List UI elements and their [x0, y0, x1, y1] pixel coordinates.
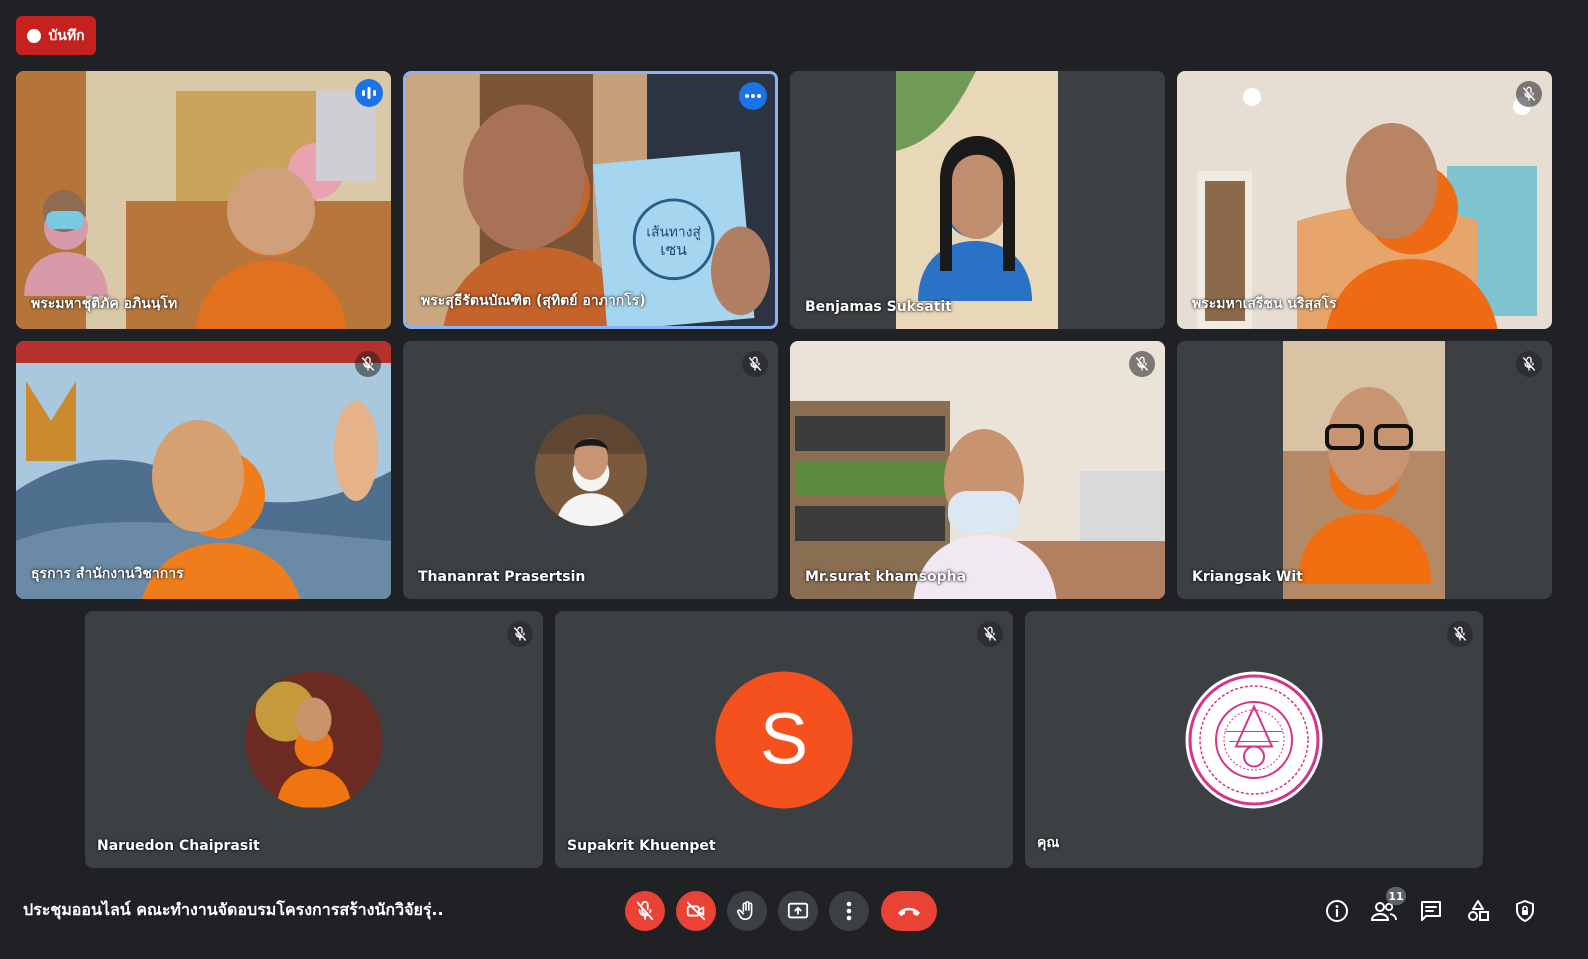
speaking-indicator-icon — [355, 79, 383, 107]
mic-muted-icon — [1447, 621, 1473, 647]
hang-up-icon — [898, 907, 920, 916]
participant-avatar — [245, 671, 383, 808]
participant-count-badge: 11 — [1386, 887, 1406, 905]
mic-off-icon — [634, 900, 656, 922]
university-seal-avatar — [1185, 671, 1323, 808]
participant-name: Benjamas Suksatit — [805, 299, 952, 315]
participant-tile[interactable]: พระมหาเสรีชน นริสฺสโร — [1177, 71, 1552, 329]
bottom-control-bar: ประชุมออนไลน์ คณะทำงานจัดอบรมโครงการสร้า… — [0, 863, 1588, 959]
participant-video — [16, 341, 391, 599]
participant-tile-self[interactable]: คุณ — [1025, 611, 1483, 868]
more-options-button[interactable] — [829, 891, 869, 931]
participant-video — [1177, 71, 1552, 329]
meeting-title: ประชุมออนไลน์ คณะทำงานจัดอบรมโครงการสร้า… — [23, 900, 443, 919]
participant-video — [790, 341, 1165, 599]
chat-button[interactable] — [1413, 893, 1449, 929]
mic-muted-icon — [742, 351, 768, 377]
participant-video — [1177, 341, 1552, 599]
participant-video — [790, 71, 1165, 329]
participant-tile[interactable]: S Supakrit Khuenpet — [555, 611, 1013, 868]
participant-avatar — [534, 414, 647, 526]
hand-icon — [737, 901, 753, 921]
participant-name: ธุรการ สำนักงานวิชาการ — [31, 566, 184, 582]
leave-call-button[interactable] — [881, 891, 937, 931]
host-controls-button[interactable] — [1507, 893, 1543, 929]
participant-name: คุณ — [1037, 835, 1060, 851]
book-title-line2: เซน — [660, 240, 687, 259]
participant-tile[interactable]: ธุรการ สำนักงานวิชาการ — [16, 341, 391, 599]
chat-icon — [1421, 901, 1441, 921]
activities-button[interactable] — [1460, 893, 1496, 929]
participant-tile[interactable]: Mr.surat khamsopha — [790, 341, 1165, 599]
participant-name: Mr.surat khamsopha — [805, 569, 967, 585]
participant-video — [16, 71, 391, 329]
record-dot-icon — [27, 28, 42, 43]
participant-tile[interactable]: Naruedon Chaiprasit — [85, 611, 543, 868]
participant-tile[interactable]: พระมหาชุติภัค อภินนฺโท — [16, 71, 391, 329]
book-title-line1: เส้นทางสู่ — [646, 224, 701, 240]
more-options-icon[interactable] — [739, 82, 767, 110]
people-button[interactable]: 11 — [1366, 887, 1406, 929]
mic-muted-icon — [355, 351, 381, 377]
shield-lock-icon — [1516, 900, 1534, 922]
participant-tile-pinned[interactable]: เส้นทางสู่ เซน พระสุธีรัตนบัณฑิต (สุทิตย… — [403, 71, 778, 329]
mic-muted-icon — [977, 621, 1003, 647]
participant-name: Supakrit Khuenpet — [567, 838, 716, 854]
participant-name: Naruedon Chaiprasit — [97, 838, 260, 854]
recording-label: บันทึก — [48, 27, 85, 44]
participant-name: พระสุธีรัตนบัณฑิต (สุทิตย์ อาภากโร) — [421, 293, 646, 309]
mic-muted-icon — [1129, 351, 1155, 377]
participant-tile[interactable]: Thananrat Prasertsin — [403, 341, 778, 599]
participant-avatar-letter: S — [715, 671, 853, 808]
mic-muted-icon — [507, 621, 533, 647]
camera-toggle-button[interactable] — [676, 891, 716, 931]
present-screen-icon — [787, 902, 809, 919]
more-vert-icon — [846, 901, 852, 921]
raise-hand-button[interactable] — [727, 891, 767, 931]
participant-name: พระมหาเสรีชน นริสฺสโร — [1192, 296, 1337, 312]
participant-tile[interactable]: Kriangsak Wit — [1177, 341, 1552, 599]
participant-name: พระมหาชุติภัค อภินนฺโท — [31, 296, 178, 312]
participant-tile[interactable]: Benjamas Suksatit — [790, 71, 1165, 329]
participant-name: Kriangsak Wit — [1192, 569, 1303, 585]
participant-name: Thananrat Prasertsin — [418, 569, 586, 585]
activities-icon — [1468, 900, 1489, 921]
camera-off-icon — [686, 901, 706, 921]
mic-muted-icon — [1516, 81, 1542, 107]
mic-muted-icon — [1516, 351, 1542, 377]
recording-indicator[interactable]: บันทึก — [16, 16, 96, 55]
meeting-details-button[interactable] — [1319, 893, 1355, 929]
present-screen-button[interactable] — [778, 891, 818, 931]
info-icon — [1326, 900, 1348, 922]
microphone-toggle-button[interactable] — [625, 891, 665, 931]
